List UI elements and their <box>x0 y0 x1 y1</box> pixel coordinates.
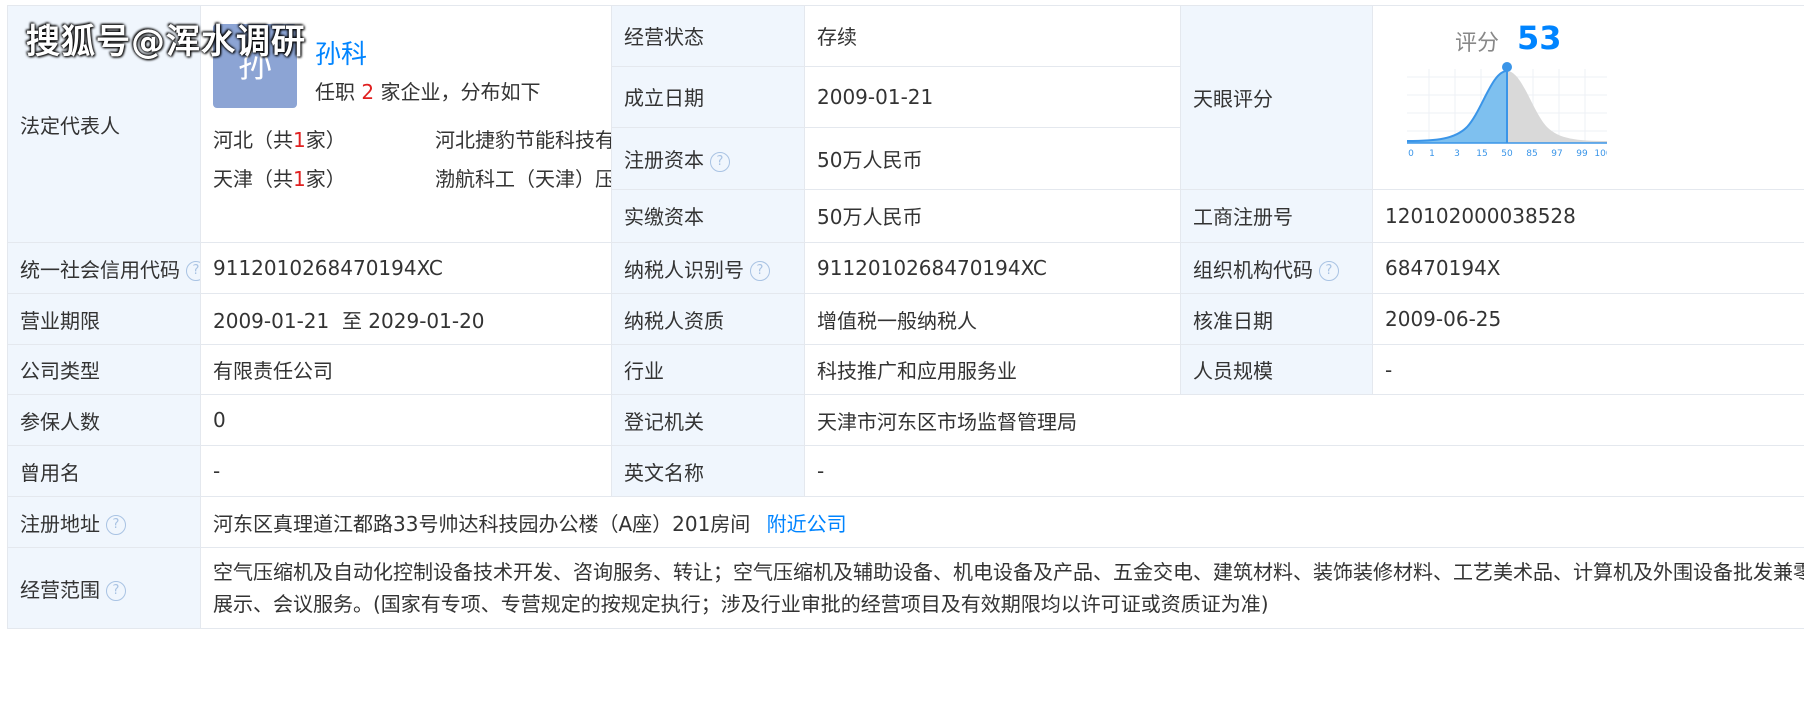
address-label: 注册地址 <box>20 511 100 536</box>
term-value: 2009-01-21 至 2029-01-20 <box>200 293 612 345</box>
org-code-label: 组织机构代码 <box>1193 257 1313 282</box>
scope-label: 经营范围 <box>20 577 100 602</box>
status-label: 经营状态 <box>611 5 805 67</box>
org-code-value: 68470194X <box>1372 242 1804 294</box>
score-tick-label: 50 <box>1501 149 1513 159</box>
reg-no-label: 工商注册号 <box>1180 188 1373 244</box>
paid-capital-value: 50万人民币 <box>804 188 1181 244</box>
address-value: 河东区真理道江都路33号帅达科技园办公楼（A座）201房间 <box>213 511 751 536</box>
help-icon[interactable]: ? <box>106 515 126 535</box>
authority-value: 天津市河东区市场监督管理局 <box>804 394 1804 446</box>
credit-code-label-cell: 统一社会信用代码? <box>7 242 201 294</box>
region-label: 天津（共 <box>213 167 293 191</box>
org-code-label-cell: 组织机构代码? <box>1180 242 1373 294</box>
legal-rep-name-link[interactable]: 孙科 <box>315 34 367 71</box>
score-curve-chart: 0 1 3 15 50 85 97 99 100 <box>1407 62 1607 159</box>
region-label: 河北（共 <box>213 128 293 152</box>
score-marker-pin <box>1502 62 1512 73</box>
insured-value: 0 <box>200 394 612 446</box>
insured-label: 参保人数 <box>7 394 201 446</box>
capital-value: 50万人民币 <box>804 127 1181 190</box>
scope-text: 空气压缩机及自动化控制设备技术开发、咨询服务、转让；空气压缩机及辅助设备、机电设… <box>213 560 1804 616</box>
region-count: 1 <box>293 128 306 152</box>
paid-capital-label: 实缴资本 <box>611 188 805 244</box>
help-icon[interactable]: ? <box>750 261 770 281</box>
legal-rep-positions: 任职 2 家企业，分布如下 <box>315 76 540 105</box>
en-name-label: 英文名称 <box>611 445 805 497</box>
positions-prefix: 任职 <box>315 80 355 104</box>
region-count: 1 <box>293 167 306 191</box>
curve-grey <box>1507 71 1607 144</box>
staff-value: - <box>1372 344 1804 395</box>
capital-label: 注册资本 <box>624 148 704 173</box>
tianyan-score-cell[interactable]: 评分 53 0 1 3 15 50 85 97 99 10 <box>1372 5 1804 190</box>
scope-value: 空气压缩机及自动化控制设备技术开发、咨询服务、转让；空气压缩机及辅助设备、机电设… <box>200 547 1804 629</box>
approve-date-label: 核准日期 <box>1180 293 1373 345</box>
address-cell: 河东区真理道江都路33号帅达科技园办公楼（A座）201房间 附近公司 <box>200 496 1804 548</box>
region-unit: 家） <box>305 167 346 191</box>
help-icon[interactable]: ? <box>1319 261 1339 281</box>
score-tick-label: 99 <box>1576 149 1588 159</box>
score-tick-label: 3 <box>1454 149 1460 159</box>
company-info-panel: 法定代表人 孙 孙科 任职 2 家企业，分布如下 河北（共1家） 河北捷豹节能科… <box>7 5 1804 682</box>
score-tick-label: 97 <box>1551 149 1562 159</box>
nearby-companies-link[interactable]: 附近公司 <box>767 512 847 536</box>
score-tick-label: 0 <box>1408 149 1414 159</box>
positions-suffix: 家企业，分布如下 <box>380 80 541 104</box>
score-value: 53 <box>1517 19 1562 58</box>
help-icon[interactable]: ? <box>186 261 200 281</box>
approve-date-value: 2009-06-25 <box>1372 293 1804 345</box>
founded-value: 2009-01-21 <box>804 65 1181 129</box>
region-tianjin: 天津（共1家） <box>213 163 346 192</box>
industry-value: 科技推广和应用服务业 <box>804 344 1181 395</box>
en-name-value: - <box>804 445 1804 497</box>
taxpayer-id-label-cell: 纳税人识别号? <box>611 242 805 294</box>
help-icon[interactable]: ? <box>106 581 126 601</box>
score-tick-label: 1 <box>1429 149 1435 159</box>
help-icon[interactable]: ? <box>710 151 730 172</box>
tianyan-score-label: 天眼评分 <box>1180 5 1373 190</box>
positions-count[interactable]: 2 <box>361 80 374 104</box>
curve-blue <box>1407 71 1507 144</box>
authority-label: 登记机关 <box>611 394 805 446</box>
watermark: 搜狐号@浑水调研 <box>26 22 306 62</box>
region-company-link[interactable]: 渤航科工（天津）压... <box>435 163 611 192</box>
tax-qual-label: 纳税人资质 <box>611 293 805 345</box>
reg-no-value: 120102000038528 <box>1372 188 1804 244</box>
taxpayer-id-value: 9112010268470194XC <box>804 242 1181 294</box>
former-name-label: 曾用名 <box>7 445 201 497</box>
credit-code-value: 9112010268470194XC <box>200 242 612 294</box>
region-hebei: 河北（共1家） <box>213 124 346 153</box>
score-ticks: 0 1 3 15 50 85 97 99 100 <box>1408 149 1607 159</box>
company-info-table: 法定代表人 孙 孙科 任职 2 家企业，分布如下 河北（共1家） 河北捷豹节能科… <box>7 5 1804 629</box>
founded-label: 成立日期 <box>611 65 805 129</box>
term-label: 营业期限 <box>7 293 201 345</box>
status-value: 存续 <box>804 5 1181 67</box>
staff-label: 人员规模 <box>1180 344 1373 395</box>
score-tick-label: 15 <box>1476 149 1487 159</box>
score-tick-label: 85 <box>1526 149 1537 159</box>
taxpayer-id-label: 纳税人识别号 <box>624 257 744 282</box>
industry-label: 行业 <box>611 344 805 395</box>
region-unit: 家） <box>305 128 346 152</box>
former-name-value: - <box>200 445 612 497</box>
capital-label-cell: 注册资本? <box>611 127 805 190</box>
company-type-label: 公司类型 <box>7 344 201 395</box>
score-tick-label: 100 <box>1594 149 1607 159</box>
company-type-value: 有限责任公司 <box>200 344 612 395</box>
score-title: 评分 <box>1455 31 1500 57</box>
tax-qual-value: 增值税一般纳税人 <box>804 293 1181 345</box>
scope-label-cell: 经营范围? <box>7 547 201 629</box>
address-label-cell: 注册地址? <box>7 496 201 548</box>
region-company-link[interactable]: 河北捷豹节能科技有... <box>435 124 611 153</box>
credit-code-label: 统一社会信用代码 <box>20 257 180 282</box>
